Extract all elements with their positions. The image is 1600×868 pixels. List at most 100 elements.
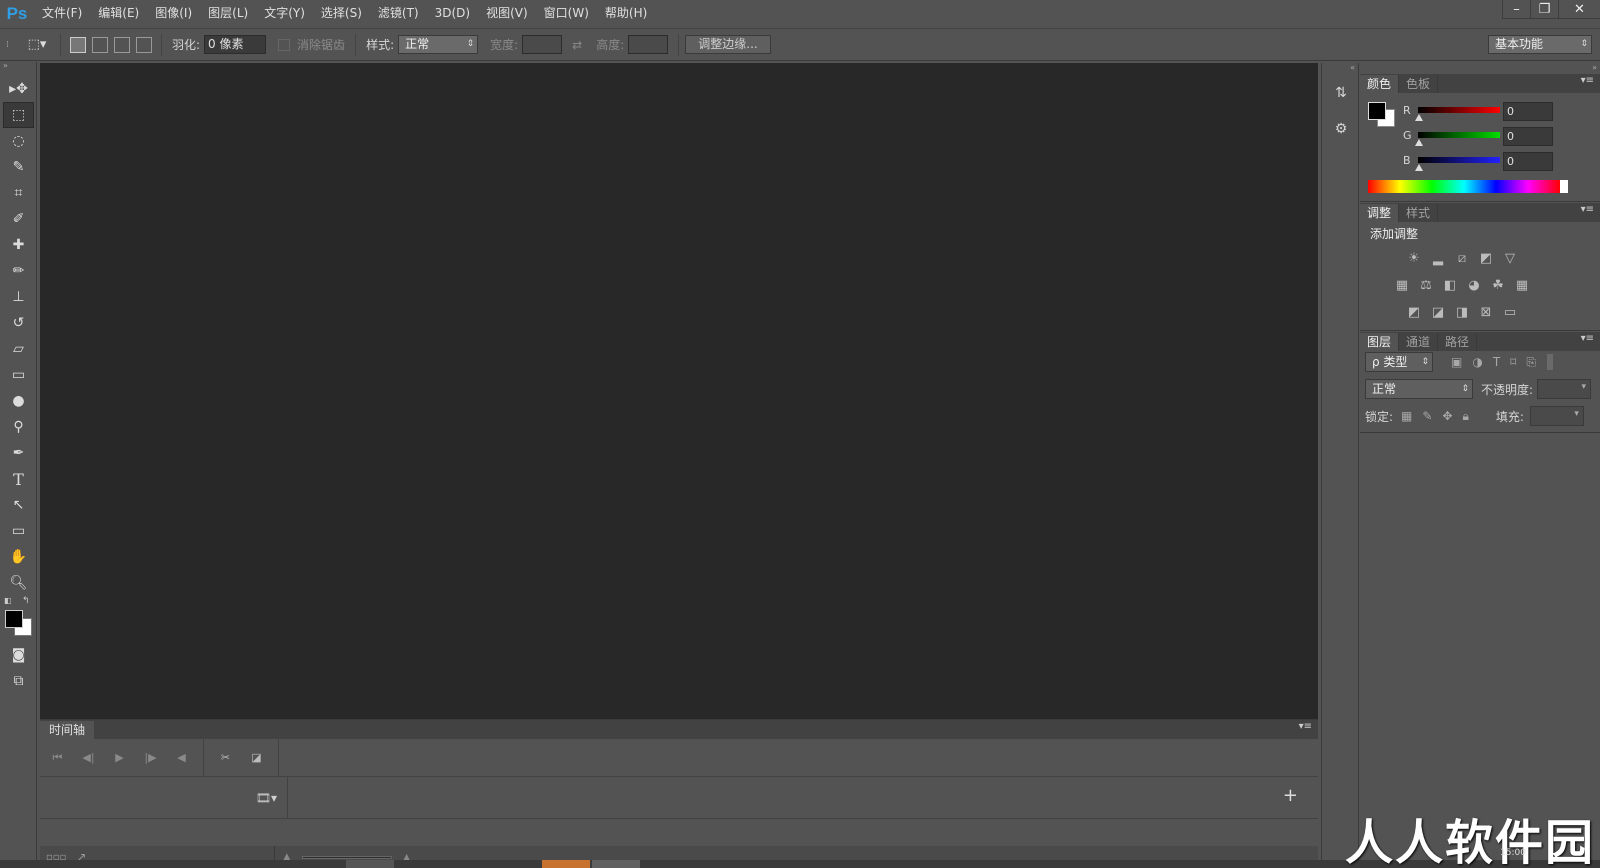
exposure-icon[interactable]: ◩: [1477, 250, 1495, 266]
default-colors-icon[interactable]: ◧: [4, 596, 12, 605]
filter-type-icon[interactable]: T: [1493, 355, 1500, 369]
eraser-tool-icon[interactable]: ▱: [0, 336, 37, 362]
color-spectrum-bar[interactable]: [1368, 180, 1568, 193]
toolbar-collapse-icon[interactable]: »: [0, 62, 36, 72]
gradient-tool-icon[interactable]: ▭: [0, 362, 37, 388]
lock-all-icon[interactable]: 🔒︎: [1463, 409, 1469, 424]
transition-icon[interactable]: ◪: [241, 751, 272, 764]
crop-tool-icon[interactable]: ⌗: [0, 180, 37, 206]
healing-brush-tool-icon[interactable]: ✚: [0, 232, 37, 258]
history-brush-tool-icon[interactable]: ↺: [0, 310, 37, 336]
clone-stamp-tool-icon[interactable]: ⊥: [0, 284, 37, 310]
invert-icon[interactable]: ◩: [1405, 304, 1423, 320]
filter-pixel-icon[interactable]: ▣: [1451, 355, 1462, 369]
marquee-preset-icon[interactable]: ⬚▾: [20, 37, 54, 52]
menu-filter[interactable]: 滤镜(T): [370, 0, 427, 27]
filter-toggle[interactable]: [1546, 354, 1553, 370]
green-thumb[interactable]: [1415, 139, 1423, 146]
width-input[interactable]: [522, 35, 563, 54]
menu-window[interactable]: 窗口(W): [536, 0, 597, 27]
taskbar-item-active[interactable]: [542, 860, 590, 868]
timeline-menu-icon[interactable]: ▾≡: [1299, 721, 1312, 732]
photo-filter-icon[interactable]: ◕: [1465, 277, 1483, 293]
layer-filter-select[interactable]: ρ 类型: [1365, 352, 1433, 372]
quick-select-tool-icon[interactable]: ✎: [0, 154, 37, 180]
red-thumb[interactable]: [1415, 114, 1423, 121]
restore-button[interactable]: ❐: [1530, 0, 1558, 19]
blend-mode-select[interactable]: 正常: [1365, 379, 1473, 399]
next-frame-icon[interactable]: |▶: [135, 751, 166, 764]
adjustments-panel-menu-icon[interactable]: ▾≡: [1581, 204, 1594, 215]
fill-input[interactable]: [1529, 406, 1584, 426]
tab-styles[interactable]: 样式: [1399, 204, 1439, 222]
refine-edge-button[interactable]: 调整边缘...: [685, 35, 771, 54]
foreground-color-swatch[interactable]: [5, 610, 23, 628]
audio-icon[interactable]: ◀: [166, 751, 197, 764]
opacity-input[interactable]: [1537, 379, 1592, 399]
marquee-tool-icon[interactable]: ⬚: [3, 102, 34, 128]
blur-tool-icon[interactable]: ●: [0, 388, 37, 414]
pen-tool-icon[interactable]: ✒: [0, 440, 37, 466]
menu-image[interactable]: 图像(I): [147, 0, 200, 27]
threshold-icon[interactable]: ◨: [1453, 304, 1471, 320]
menu-3d[interactable]: 3D(D): [427, 0, 478, 27]
hand-tool-icon[interactable]: ✋: [0, 544, 37, 570]
red-slider[interactable]: [1418, 107, 1500, 113]
hue-saturation-icon[interactable]: ▦: [1393, 277, 1411, 293]
rectangle-tool-icon[interactable]: ▭: [0, 518, 37, 544]
add-selection-icon[interactable]: [92, 36, 108, 53]
dock-collapse-icon[interactable]: «: [1322, 63, 1358, 75]
color-lookup-icon[interactable]: ▦: [1513, 277, 1531, 293]
film-strip-icon[interactable]: 🎞︎▾: [256, 791, 277, 805]
gradient-map-icon[interactable]: ▭: [1501, 304, 1519, 320]
lasso-tool-icon[interactable]: ◌: [0, 128, 37, 154]
tab-adjustments[interactable]: 调整: [1360, 204, 1400, 222]
feather-input[interactable]: 0 像素: [204, 35, 267, 54]
red-value[interactable]: 0: [1503, 102, 1553, 121]
antialias-checkbox[interactable]: [278, 38, 291, 51]
lock-transparent-icon[interactable]: ▦: [1401, 409, 1412, 423]
history-panel-icon[interactable]: ⇅: [1322, 75, 1360, 111]
lock-position-icon[interactable]: ✥: [1442, 409, 1452, 423]
type-tool-icon[interactable]: T: [0, 466, 37, 492]
path-select-tool-icon[interactable]: ↖: [0, 492, 37, 518]
split-scissors-icon[interactable]: ✂: [210, 751, 241, 764]
eyedropper-tool-icon[interactable]: ✐: [0, 206, 37, 232]
workspace-select[interactable]: 基本功能: [1488, 35, 1592, 54]
tab-layers[interactable]: 图层: [1360, 333, 1400, 351]
filter-shape-icon[interactable]: ⌑: [1510, 355, 1516, 369]
filter-smart-object-icon[interactable]: ⎘: [1526, 355, 1536, 370]
vibrance-icon[interactable]: ▽: [1501, 250, 1519, 266]
tab-timeline[interactable]: 时间轴: [40, 721, 95, 739]
tab-swatches[interactable]: 色板: [1399, 75, 1439, 93]
move-tool-icon[interactable]: ▸✥: [0, 76, 37, 102]
menu-file[interactable]: 文件(F): [34, 0, 90, 27]
swap-icon[interactable]: ⇄: [572, 38, 582, 52]
subtract-selection-icon[interactable]: [114, 36, 130, 53]
levels-icon[interactable]: ▂: [1429, 250, 1447, 266]
tab-color[interactable]: 颜色: [1360, 75, 1400, 93]
intersect-selection-icon[interactable]: [136, 36, 152, 53]
zoom-tool-icon[interactable]: 🔍︎: [0, 570, 37, 596]
minimize-button[interactable]: –: [1502, 0, 1530, 19]
taskbar-item[interactable]: [592, 860, 640, 868]
style-select[interactable]: 正常: [398, 35, 479, 54]
new-selection-icon[interactable]: [70, 36, 86, 53]
posterize-icon[interactable]: ◪: [1429, 304, 1447, 320]
channel-mixer-icon[interactable]: ☘: [1489, 277, 1507, 293]
curves-icon[interactable]: ⧄: [1453, 250, 1471, 266]
add-media-button[interactable]: +: [1283, 785, 1298, 806]
document-canvas-area[interactable]: [40, 63, 1318, 719]
tab-channels[interactable]: 通道: [1399, 333, 1439, 351]
menu-select[interactable]: 选择(S): [313, 0, 370, 27]
black-white-icon[interactable]: ◧: [1441, 277, 1459, 293]
green-value[interactable]: 0: [1503, 127, 1553, 146]
height-input[interactable]: [628, 35, 669, 54]
color-panel-menu-icon[interactable]: ▾≡: [1581, 75, 1594, 86]
swap-colors-icon[interactable]: ↰: [22, 596, 30, 606]
blue-slider[interactable]: [1418, 157, 1500, 163]
first-frame-icon[interactable]: ⏮: [42, 751, 73, 765]
play-icon[interactable]: ▶: [104, 751, 135, 764]
lock-pixels-icon[interactable]: ✎: [1422, 409, 1432, 423]
menu-view[interactable]: 视图(V): [478, 0, 536, 27]
